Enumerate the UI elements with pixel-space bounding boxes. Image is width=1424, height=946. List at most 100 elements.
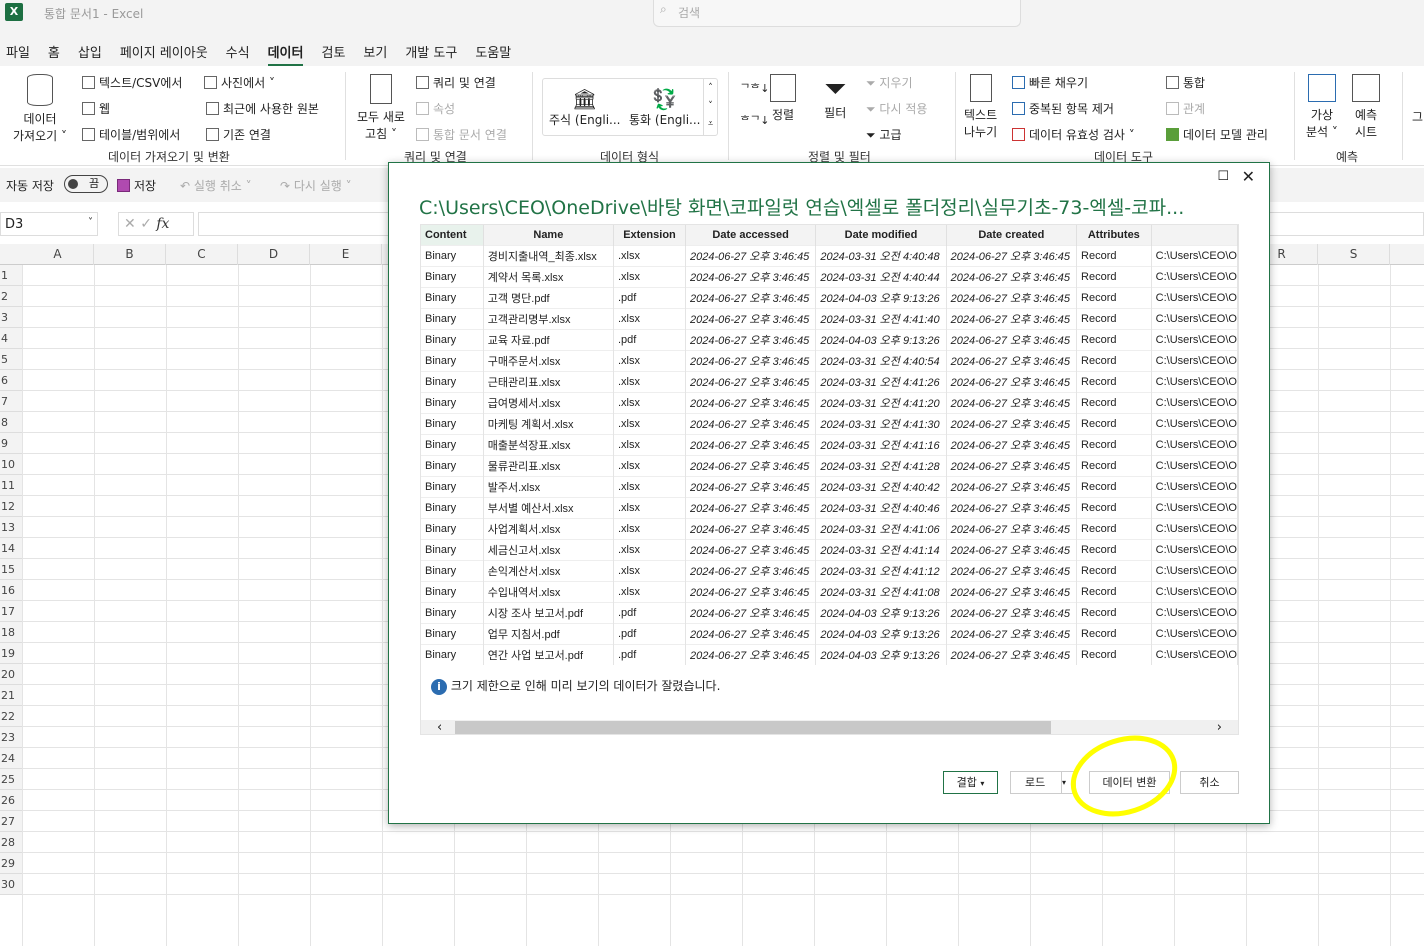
from-table-button[interactable]: 테이블/범위에서 [82,126,180,143]
row-header[interactable]: 1 [0,265,22,286]
row-header[interactable]: 3 [0,307,22,328]
name-box[interactable]: D3 ˅ [0,212,98,236]
row-header[interactable]: 19 [0,643,22,664]
row-header[interactable]: 16 [0,580,22,601]
column-header[interactable]: Date modified [815,225,947,245]
text-to-columns-button[interactable]: 텍스트 나누기 [964,74,997,140]
save-button[interactable]: 저장 [117,177,156,194]
function-icon[interactable]: fx [156,216,169,232]
row-header[interactable]: 9 [0,433,22,454]
column-header[interactable]: Name [483,225,614,245]
tab-5[interactable]: 데이터 [267,42,304,67]
remove-duplicates-button[interactable]: 중복된 항목 제거 [1012,100,1114,117]
row-header[interactable]: 13 [0,517,22,538]
row-header[interactable]: 22 [0,706,22,727]
ribbon: 데이터 가져오기 ˅ 텍스트/CSV에서 웹 테이블/범위에서 사진에서 ˅ 최… [0,66,1424,166]
row-header[interactable]: 2 [0,286,22,307]
refresh-all-button[interactable]: 모두 새로 고침 ˅ [354,74,408,142]
column-header[interactable]: C [166,244,238,265]
clear-filter-button[interactable]: ⏷ 지우기 [866,74,913,91]
tab-8[interactable]: 개발 도구 [405,42,457,67]
tab-0[interactable]: 파일 [6,42,30,67]
tab-4[interactable]: 수식 [226,42,250,67]
from-text-csv-button[interactable]: 텍스트/CSV에서 [82,74,182,91]
row-header[interactable]: 5 [0,349,22,370]
search-box[interactable]: ⌕ 검색 [653,0,1021,27]
row-header[interactable]: 24 [0,748,22,769]
data-model-button[interactable]: 데이터 모델 관리 [1166,126,1268,143]
sort-desc-button[interactable]: ᄒᄀ↓ [740,112,769,128]
column-header[interactable]: Attributes [1076,225,1152,245]
get-data-button[interactable]: 데이터 가져오기 ˅ [10,74,70,144]
forecast-sheet-button[interactable]: 예측 시트 [1352,74,1380,140]
column-header[interactable]: Content [421,225,484,245]
row-header[interactable]: 23 [0,727,22,748]
what-if-button[interactable]: 가상 분석 ˅ [1306,74,1338,140]
stocks-button[interactable]: 🏛 주식 (Engli... [549,87,621,128]
column-header[interactable]: Date accessed [685,225,817,245]
column-header[interactable]: A [22,244,94,265]
scrollbar-thumb[interactable] [455,721,1051,734]
maximize-button[interactable]: ☐ [1217,169,1229,184]
column-header[interactable]: D [238,244,310,265]
outline-button[interactable]: 그 [1412,108,1423,125]
row-header[interactable]: 10 [0,454,22,475]
from-picture-button[interactable]: 사진에서 ˅ [204,74,275,91]
consolidate-button[interactable]: 통합 [1166,74,1205,91]
enter-icon[interactable]: ✓ [140,216,156,232]
workbook-links-button[interactable]: 통합 문서 연결 [416,126,507,143]
row-header[interactable]: 6 [0,370,22,391]
column-header[interactable]: Extension [613,225,686,245]
tab-2[interactable]: 삽입 [78,42,102,67]
table-cell: C:\Users\CEO\O [1151,286,1238,308]
row-header[interactable]: 7 [0,391,22,412]
combine-button[interactable]: 결합 ▾ [943,771,998,794]
autosave-toggle[interactable]: 끔 [64,175,108,193]
filter-button[interactable]: ⏷ 필터 [824,74,846,121]
row-header[interactable]: 12 [0,496,22,517]
sort-button[interactable]: 정렬 [770,74,796,123]
flash-fill-button[interactable]: 빠른 채우기 [1012,74,1088,91]
row-header[interactable]: 27 [0,811,22,832]
row-header[interactable]: 4 [0,328,22,349]
tab-3[interactable]: 페이지 레이아웃 [120,42,208,67]
column-header[interactable]: E [310,244,382,265]
recent-sources-button[interactable]: 최근에 사용한 원본 [206,100,319,117]
row-header[interactable]: 14 [0,538,22,559]
column-header[interactable]: Date created [946,225,1078,245]
row-header[interactable]: 15 [0,559,22,580]
advanced-filter-button[interactable]: ⏷ 고급 [866,126,902,143]
row-header[interactable]: 20 [0,664,22,685]
column-header[interactable]: S [1318,244,1390,265]
tab-7[interactable]: 보기 [363,42,387,67]
row-header[interactable]: 8 [0,412,22,433]
row-header[interactable]: 21 [0,685,22,706]
column-header[interactable] [1151,225,1238,245]
column-header[interactable]: B [94,244,166,265]
row-header[interactable]: 28 [0,832,22,853]
row-header[interactable]: 18 [0,622,22,643]
row-header[interactable]: 25 [0,769,22,790]
close-button[interactable]: ✕ [1242,167,1255,186]
gallery-scroll[interactable]: ˄ ˅ ⩡ [703,79,717,135]
undo-button[interactable]: ↶ 실행 취소 ˅ [180,177,252,194]
currency-button[interactable]: 💱 통화 (Engli... [629,87,701,128]
row-header[interactable]: 26 [0,790,22,811]
properties-button[interactable]: 속성 [416,100,455,117]
from-web-button[interactable]: 웹 [82,100,110,117]
row-header[interactable]: 29 [0,853,22,874]
sort-asc-button[interactable]: ᄀᄒ↓ [740,80,769,96]
redo-button[interactable]: ↷ 다시 실행 ˅ [280,177,352,194]
data-validation-button[interactable]: 데이터 유효성 검사 ˅ [1012,126,1135,143]
tab-9[interactable]: 도움말 [475,42,511,67]
tab-1[interactable]: 홈 [48,42,60,67]
queries-connections-button[interactable]: 쿼리 및 연결 [416,74,496,91]
relationships-button[interactable]: 관계 [1166,100,1205,117]
row-header[interactable]: 11 [0,475,22,496]
existing-connections-button[interactable]: 기존 연결 [206,126,271,143]
cancel-icon[interactable]: ✕ [124,216,140,232]
row-header[interactable]: 30 [0,874,22,895]
reapply-button[interactable]: ⏷ 다시 적용 [866,100,927,117]
tab-6[interactable]: 검토 [321,42,345,67]
row-header[interactable]: 17 [0,601,22,622]
